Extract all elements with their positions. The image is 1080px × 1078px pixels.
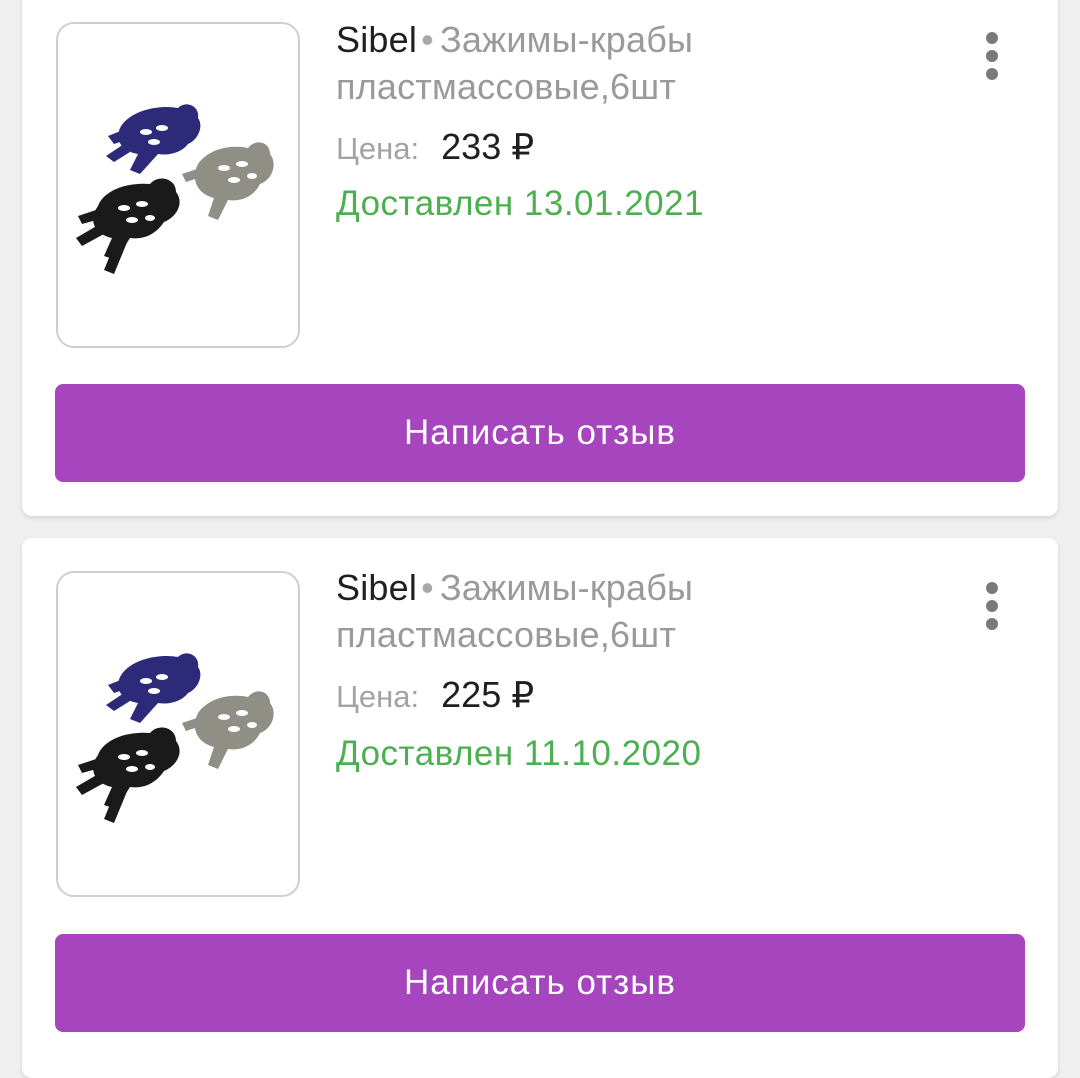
write-review-button[interactable]: Написать отзыв — [55, 934, 1025, 1032]
delivery-status: Доставлен 11.10.2020 — [336, 734, 702, 773]
price-row: Цена: 233 ₽ — [336, 126, 534, 170]
hair-claw-clips-image — [76, 104, 274, 274]
brand-name: Sibel — [336, 567, 418, 608]
brand-name: Sibel — [336, 19, 418, 60]
price-value: 233 ₽ — [441, 126, 535, 167]
price-value: 225 ₽ — [441, 674, 535, 715]
product-image[interactable] — [56, 22, 300, 348]
title-separator: • — [421, 567, 434, 608]
product-image[interactable] — [56, 571, 300, 897]
more-vertical-icon[interactable] — [977, 32, 1007, 82]
write-review-button[interactable]: Написать отзыв — [55, 384, 1025, 482]
title-separator: • — [421, 19, 434, 60]
product-title: Sibel • Зажимы-крабы пластмассовые,6шт — [336, 564, 976, 658]
hair-claw-clips-image — [76, 653, 274, 823]
order-card: Sibel • Зажимы-крабы пластмассовые,6шт Цен… — [22, 0, 1058, 516]
delivery-status: Доставлен 13.01.2021 — [336, 184, 705, 223]
price-label: Цена: — [336, 131, 420, 166]
price-row: Цена: 225 ₽ — [336, 674, 534, 718]
product-title: Sibel • Зажимы-крабы пластмассовые,6шт — [336, 16, 976, 110]
price-label: Цена: — [336, 679, 420, 714]
more-vertical-icon[interactable] — [977, 582, 1007, 632]
order-card: Sibel • Зажимы-крабы пластмассовые,6шт Цен… — [22, 538, 1058, 1078]
